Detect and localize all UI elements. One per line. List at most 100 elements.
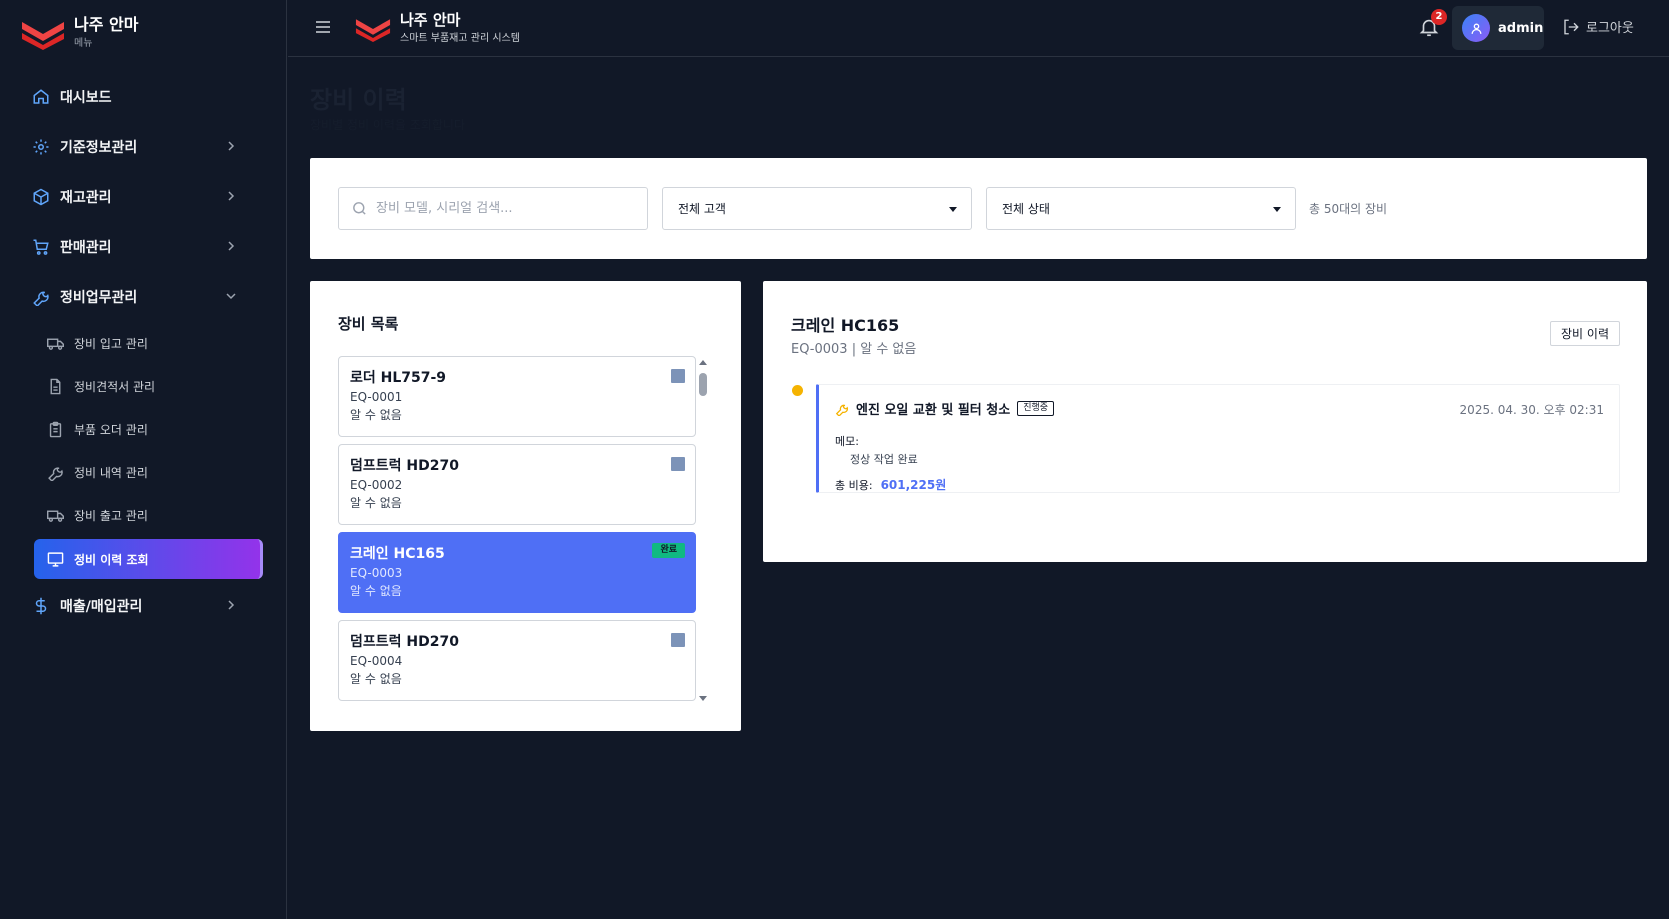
sidebar-brand[interactable]: 나주 안마 메뉴 — [20, 14, 138, 51]
sidebar-brand-title: 나주 안마 — [74, 15, 139, 34]
home-icon — [32, 88, 50, 106]
chevron-right-icon — [228, 241, 235, 251]
page-title: 장비 이력 — [310, 86, 407, 114]
maintenance-record-card: 엔진 오일 교환 및 필터 청소 진행중 2025. 04. 30. 오후 02… — [816, 384, 1620, 493]
header-brand[interactable]: 나주 안마 스마트 부품재고 관리 시스템 — [354, 10, 520, 46]
scroll-up-arrow-icon[interactable] — [699, 360, 707, 365]
equipment-customer: 알 수 없음 — [350, 408, 402, 422]
equipment-code: EQ-0004 — [350, 654, 403, 668]
truck-icon — [46, 335, 64, 353]
chevron-right-icon — [228, 191, 235, 201]
brand-logo-icon — [22, 22, 64, 50]
logout-icon — [1564, 19, 1579, 34]
detail-subtitle: EQ-0003 | 알 수 없음 — [791, 342, 917, 357]
list-scrollbar[interactable] — [696, 356, 710, 705]
sidebar-item-maintenance[interactable]: 정비업무관리 — [20, 272, 267, 322]
equipment-list-card: 장비 목록 로더 HL757-9 EQ-0001 알 수 없음 덤프트럭 HD2… — [310, 281, 741, 731]
equipment-detail-card: 크레인 HC165 EQ-0003 | 알 수 없음 장비 이력 엔진 오일 교… — [763, 281, 1647, 562]
dollar-icon — [32, 597, 50, 615]
sidebar-subitem-equipment-intake[interactable]: 장비 입고 관리 — [34, 322, 263, 365]
sidebar-subitem-estimates[interactable]: 정비견적서 관리 — [34, 365, 263, 408]
equipment-list-item[interactable]: 덤프트럭 HD270 EQ-0002 알 수 없음 — [338, 444, 696, 525]
sidebar-item-dashboard[interactable]: 대시보드 — [20, 72, 267, 122]
status-badge: 완료 — [652, 543, 685, 558]
record-status-badge: 진행중 — [1017, 401, 1055, 416]
page-description: 장비별 정비 이력을 조회합니다 — [310, 118, 465, 132]
search-icon — [353, 202, 366, 215]
record-date: 2025. 04. 30. 오후 02:31 — [1459, 403, 1604, 417]
sidebar-item-master-data[interactable]: 기준정보관리 — [20, 122, 267, 172]
scroll-down-arrow-icon[interactable] — [699, 696, 707, 701]
equipment-list-item[interactable]: 덤프트럭 HD270 EQ-0004 알 수 없음 — [338, 620, 696, 701]
sidebar-item-sales[interactable]: 판매관리 — [20, 222, 267, 272]
sidebar-item-label: 재고관리 — [60, 190, 112, 206]
customer-select-value: 전체 고객 — [678, 202, 726, 216]
equipment-code: EQ-0001 — [350, 390, 403, 404]
equipment-list-item-selected[interactable]: 크레인 HC165 EQ-0003 알 수 없음 완료 — [338, 532, 696, 613]
clipboard-icon — [46, 421, 64, 439]
sidebar-subitem-maintenance-records[interactable]: 정비 내역 관리 — [34, 451, 263, 494]
sidebar-subitem-parts-order[interactable]: 부품 오더 관리 — [34, 408, 263, 451]
equipment-list-item[interactable]: 로더 HL757-9 EQ-0001 알 수 없음 — [338, 356, 696, 437]
wrench-icon — [32, 288, 50, 306]
user-menu-button[interactable]: admin — [1452, 6, 1544, 50]
caret-down-icon — [1273, 207, 1281, 212]
equipment-code: EQ-0002 — [350, 478, 403, 492]
cost-value: 601,225원 — [880, 478, 947, 492]
brand-logo-icon — [355, 19, 391, 42]
equipment-name: 로더 HL757-9 — [350, 370, 447, 386]
equipment-customer: 알 수 없음 — [350, 496, 402, 510]
wrench-icon — [835, 404, 849, 416]
status-select[interactable]: 전체 상태 — [986, 187, 1296, 230]
chevron-right-icon — [228, 600, 235, 610]
sidebar: 나주 안마 메뉴 대시보드 기준정보관리 재고관리 판매관리 정비업무관리 장비… — [0, 0, 287, 919]
search-box[interactable] — [338, 187, 648, 230]
equipment-customer: 알 수 없음 — [350, 584, 402, 598]
equipment-name: 덤프트럭 HD270 — [350, 458, 459, 474]
equipment-list[interactable]: 로더 HL757-9 EQ-0001 알 수 없음 덤프트럭 HD270 EQ-… — [338, 356, 720, 705]
sidebar-subitem-label: 장비 입고 관리 — [74, 337, 148, 351]
sidebar-item-label: 정비업무관리 — [60, 290, 138, 306]
sidebar-item-accounting[interactable]: 매출/매입관리 — [20, 581, 267, 631]
search-input[interactable] — [376, 201, 636, 216]
sidebar-subitem-equipment-release[interactable]: 장비 출고 관리 — [34, 494, 263, 537]
equipment-customer: 알 수 없음 — [350, 672, 402, 686]
monitor-icon — [46, 550, 64, 568]
memo-label: 메모: — [835, 435, 859, 448]
truck-icon — [46, 507, 64, 525]
header-system-name: 스마트 부품재고 관리 시스템 — [400, 33, 520, 44]
hamburger-menu-icon[interactable] — [315, 19, 331, 35]
memo-text: 정상 작업 완료 — [850, 453, 918, 466]
sidebar-menu-caption: 메뉴 — [74, 38, 93, 49]
equipment-history-button[interactable]: 장비 이력 — [1550, 321, 1620, 346]
scrollbar-thumb[interactable] — [699, 373, 707, 396]
wrench-icon — [46, 464, 64, 482]
equipment-list-title: 장비 목록 — [338, 315, 399, 333]
sidebar-subitem-label: 정비견적서 관리 — [74, 380, 156, 394]
status-square-icon — [671, 369, 685, 383]
equipment-total-count: 총 50대의 장비 — [1309, 202, 1388, 216]
sidebar-item-label: 매출/매입관리 — [60, 599, 143, 615]
sidebar-item-label: 기준정보관리 — [60, 140, 138, 156]
record-title: 엔진 오일 교환 및 필터 청소 — [856, 403, 1011, 418]
maintenance-submenu: 장비 입고 관리 정비견적서 관리 부품 오더 관리 정비 내역 관리 장비 출… — [20, 322, 267, 579]
filter-card: 전체 고객 전체 상태 총 50대의 장비 — [310, 158, 1647, 259]
cost-label: 총 비용: — [835, 478, 873, 492]
detail-title: 크레인 HC165 — [791, 316, 900, 335]
status-square-icon — [671, 633, 685, 647]
sidebar-item-label: 판매관리 — [60, 240, 112, 256]
user-name: admin — [1498, 20, 1544, 36]
notification-badge: 2 — [1431, 9, 1447, 25]
equipment-code: EQ-0003 — [350, 566, 403, 580]
sidebar-subitem-history-lookup[interactable]: 정비 이력 조회 — [34, 539, 263, 579]
box-icon — [32, 188, 50, 206]
sidebar-subitem-label: 부품 오더 관리 — [74, 423, 148, 437]
sidebar-subitem-label: 장비 출고 관리 — [74, 509, 148, 523]
status-select-value: 전체 상태 — [1002, 202, 1050, 216]
logout-button[interactable]: 로그아웃 — [1562, 17, 1634, 36]
customer-select[interactable]: 전체 고객 — [662, 187, 972, 230]
sidebar-item-inventory[interactable]: 재고관리 — [20, 172, 267, 222]
logout-label: 로그아웃 — [1586, 21, 1634, 36]
avatar — [1462, 14, 1490, 42]
sidebar-subitem-label: 정비 이력 조회 — [74, 552, 149, 567]
